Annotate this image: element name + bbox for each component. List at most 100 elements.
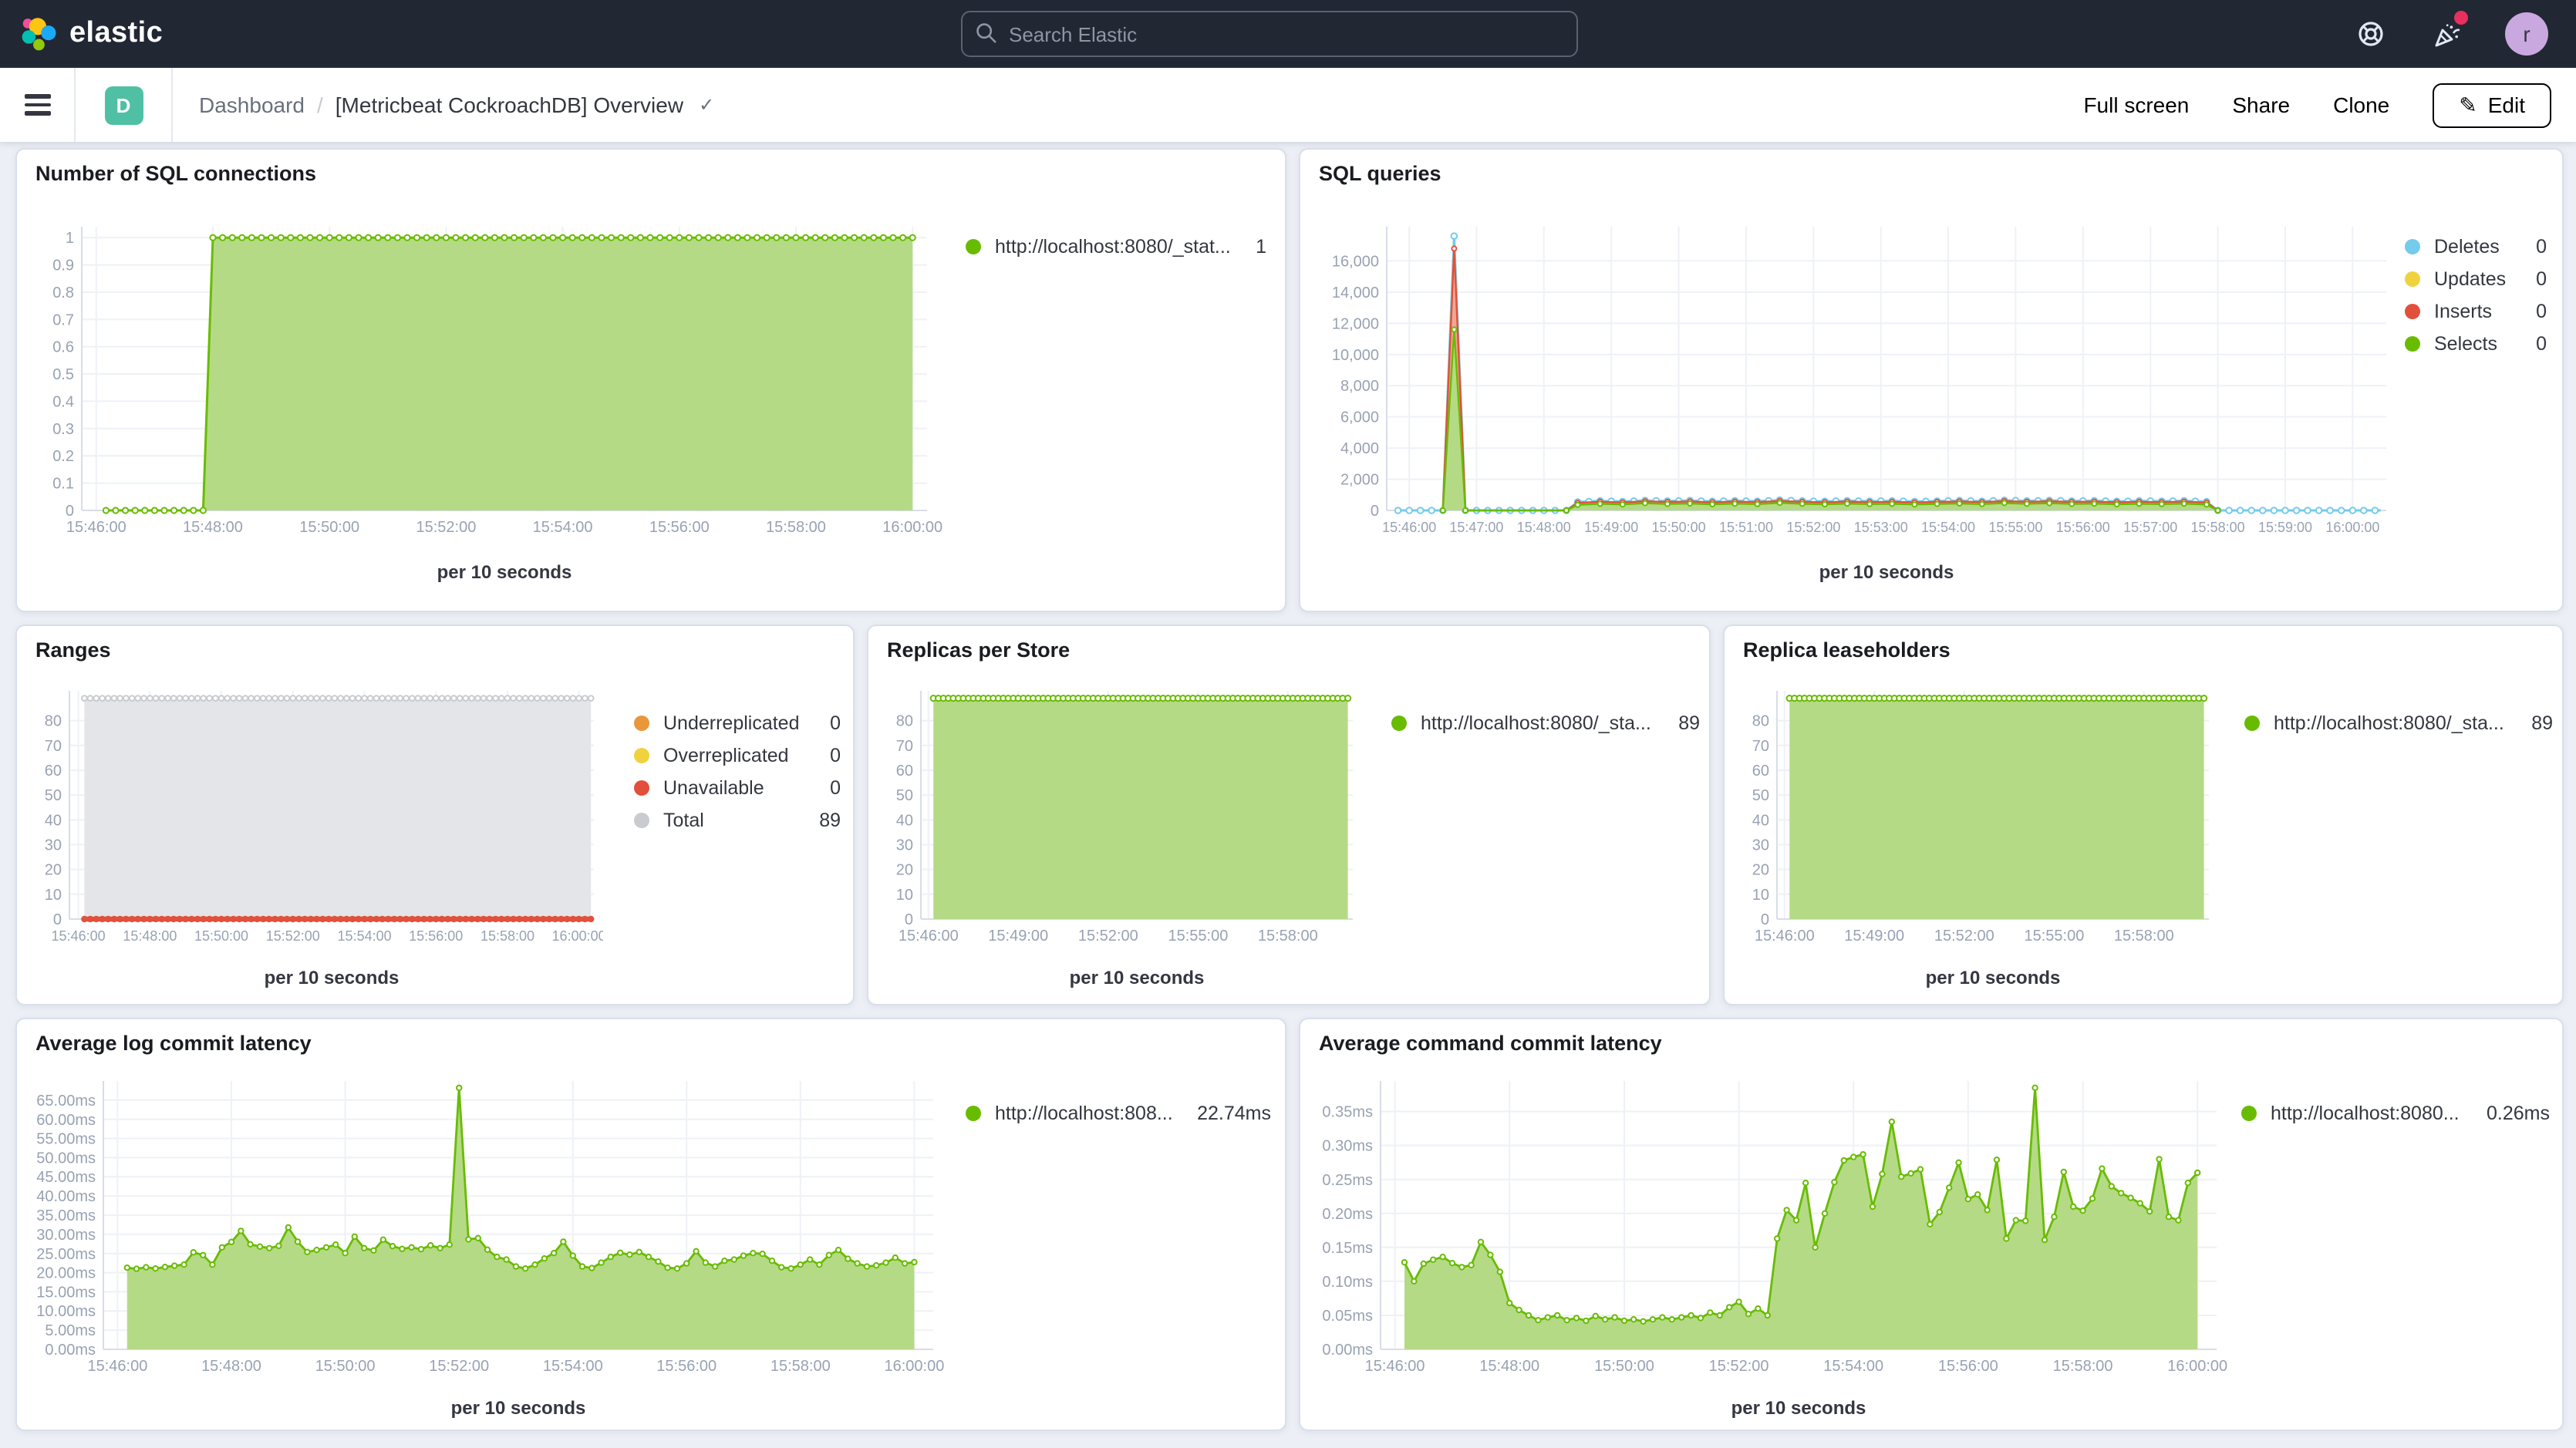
svg-text:20.00ms: 20.00ms <box>36 1265 96 1282</box>
full-screen-button[interactable]: Full screen <box>2083 93 2189 117</box>
svg-text:0.9: 0.9 <box>52 258 74 274</box>
svg-text:15:52:00: 15:52:00 <box>1709 1358 1769 1375</box>
legend-label: http://localhost:808... <box>995 1102 1173 1123</box>
legend-item[interactable]: http://localhost:8080/_sta... 89 <box>1391 706 1700 739</box>
help-icon[interactable] <box>2354 17 2388 51</box>
newsfeed-icon[interactable] <box>2429 17 2463 51</box>
panel-title[interactable]: Average log commit latency <box>35 1032 312 1055</box>
svg-text:0.00ms: 0.00ms <box>45 1342 96 1359</box>
svg-text:15:52:00: 15:52:00 <box>1078 928 1138 945</box>
svg-text:40: 40 <box>896 812 913 829</box>
edit-button[interactable]: ✎ Edit <box>2433 83 2551 127</box>
legend-item[interactable]: Overreplicated 0 <box>634 739 841 771</box>
legend-label: Deletes <box>2434 235 2500 257</box>
breadcrumb-separator: / <box>317 93 323 117</box>
svg-text:15:48:00: 15:48:00 <box>201 1358 261 1375</box>
svg-text:15:48:00: 15:48:00 <box>1517 520 1571 535</box>
svg-text:15:46:00: 15:46:00 <box>899 928 959 945</box>
svg-text:15:55:00: 15:55:00 <box>1168 928 1228 945</box>
panel-sql-queries: SQL queries 02,0004,0006,0008,00010,0001… <box>1299 148 2564 612</box>
svg-text:15:50:00: 15:50:00 <box>194 928 248 944</box>
chart-sql-queries[interactable]: 02,0004,0006,0008,00010,00012,00014,0001… <box>1307 196 2396 584</box>
legend-item[interactable]: http://localhost:8080... 0.26ms <box>2241 1096 2550 1129</box>
menu-hamburger-icon[interactable] <box>0 68 76 142</box>
legend-label: Updates <box>2434 268 2506 289</box>
svg-text:10: 10 <box>896 887 913 904</box>
svg-text:70: 70 <box>45 738 62 755</box>
svg-text:15:49:00: 15:49:00 <box>1844 928 1904 945</box>
chart-number-of-sql-connections[interactable]: 00.10.20.30.40.50.60.70.80.9115:46:0015:… <box>23 196 942 584</box>
legend-item[interactable]: http://localhost:8080/_stat... 1 <box>966 230 1266 262</box>
search-input[interactable] <box>961 11 1578 57</box>
series-color-dot <box>634 747 649 763</box>
legend-item[interactable]: Updates 0 <box>2405 262 2547 295</box>
legend-item[interactable]: Selects 0 <box>2405 327 2547 359</box>
svg-text:80: 80 <box>1752 713 1769 730</box>
chart-replicas-per-store[interactable]: 0102030405060708015:46:0015:49:0015:52:0… <box>875 669 1362 990</box>
breadcrumb: Dashboard / [Metricbeat CockroachDB] Ove… <box>173 93 714 117</box>
svg-text:16:00:00: 16:00:00 <box>884 1358 944 1375</box>
series-color-dot <box>2405 335 2420 351</box>
svg-text:per 10 seconds: per 10 seconds <box>437 562 572 583</box>
legend-item[interactable]: http://localhost:808... 22.74ms <box>966 1096 1271 1129</box>
search-icon <box>975 22 998 45</box>
global-search <box>961 11 1578 57</box>
chart-average-command-commit-latency[interactable]: 0.00ms0.05ms0.10ms0.15ms0.20ms0.25ms0.30… <box>1307 1062 2232 1420</box>
svg-text:70: 70 <box>896 738 913 755</box>
svg-text:55.00ms: 55.00ms <box>36 1131 96 1148</box>
legend-item[interactable]: http://localhost:8080/_sta... 89 <box>2244 706 2553 739</box>
svg-text:5.00ms: 5.00ms <box>45 1322 96 1339</box>
svg-text:4,000: 4,000 <box>1340 440 1379 457</box>
svg-text:15:56:00: 15:56:00 <box>649 519 710 536</box>
legend-item[interactable]: Unavailable 0 <box>634 771 841 803</box>
panel-title[interactable]: SQL queries <box>1319 162 1441 185</box>
svg-text:10.00ms: 10.00ms <box>36 1303 96 1320</box>
chart-replica-leaseholders[interactable]: 0102030405060708015:46:0015:49:0015:52:0… <box>1731 669 2218 990</box>
svg-text:20: 20 <box>45 862 62 879</box>
legend-item[interactable]: Inserts 0 <box>2405 295 2547 327</box>
svg-text:0.8: 0.8 <box>52 285 74 301</box>
clone-button[interactable]: Clone <box>2333 93 2389 117</box>
page-title: [Metricbeat CockroachDB] Overview <box>335 93 683 117</box>
space-selector[interactable]: D <box>76 68 173 142</box>
svg-text:15:58:00: 15:58:00 <box>2114 928 2174 945</box>
user-avatar[interactable]: r <box>2505 12 2548 56</box>
share-button[interactable]: Share <box>2232 93 2290 117</box>
panel-title[interactable]: Replicas per Store <box>887 638 1070 662</box>
legend-value: 89 <box>1663 712 1700 733</box>
series-color-dot <box>1391 715 1407 730</box>
svg-text:15:50:00: 15:50:00 <box>299 519 359 536</box>
legend-label: Inserts <box>2434 300 2492 322</box>
svg-text:15:56:00: 15:56:00 <box>656 1358 716 1375</box>
legend-value: 1 <box>1240 235 1266 257</box>
svg-text:15:46:00: 15:46:00 <box>1365 1358 1425 1375</box>
legend-item[interactable]: Deletes 0 <box>2405 230 2547 262</box>
svg-text:15:50:00: 15:50:00 <box>315 1358 376 1375</box>
panel-replicas-per-store: Replicas per Store 0102030405060708015:4… <box>867 625 1711 1005</box>
svg-text:60: 60 <box>45 763 62 780</box>
svg-text:15:48:00: 15:48:00 <box>123 928 177 944</box>
svg-text:0.35ms: 0.35ms <box>1322 1104 1373 1121</box>
panel-title[interactable]: Average command commit latency <box>1319 1032 1662 1055</box>
panel-title[interactable]: Replica leaseholders <box>1743 638 1951 662</box>
elastic-logo-home[interactable]: elastic <box>0 15 359 52</box>
panel-sql-connections: Number of SQL connections 00.10.20.30.40… <box>15 148 1286 612</box>
svg-text:0: 0 <box>1761 911 1769 928</box>
svg-text:15:49:00: 15:49:00 <box>988 928 1048 945</box>
svg-text:15:58:00: 15:58:00 <box>766 519 826 536</box>
svg-text:0.30ms: 0.30ms <box>1322 1138 1373 1155</box>
chart-average-log-commit-latency[interactable]: 0.00ms5.00ms10.00ms15.00ms20.00ms25.00ms… <box>23 1062 949 1420</box>
panel-title[interactable]: Ranges <box>35 638 111 662</box>
svg-text:15:56:00: 15:56:00 <box>1938 1358 1998 1375</box>
legend-item[interactable]: Underreplicated 0 <box>634 706 841 739</box>
legend-item[interactable]: Total 89 <box>634 803 841 836</box>
svg-text:65.00ms: 65.00ms <box>36 1093 96 1110</box>
breadcrumb-dashboard-link[interactable]: Dashboard <box>199 93 305 117</box>
chart-ranges[interactable]: 0102030405060708015:46:0015:48:0015:50:0… <box>23 669 603 990</box>
svg-text:per 10 seconds: per 10 seconds <box>1926 968 2061 988</box>
svg-text:15:46:00: 15:46:00 <box>1755 928 1815 945</box>
title-check-icon[interactable]: ✓ <box>699 94 714 116</box>
panel-title[interactable]: Number of SQL connections <box>35 162 316 185</box>
svg-text:15:48:00: 15:48:00 <box>183 519 243 536</box>
svg-text:15:58:00: 15:58:00 <box>480 928 534 944</box>
